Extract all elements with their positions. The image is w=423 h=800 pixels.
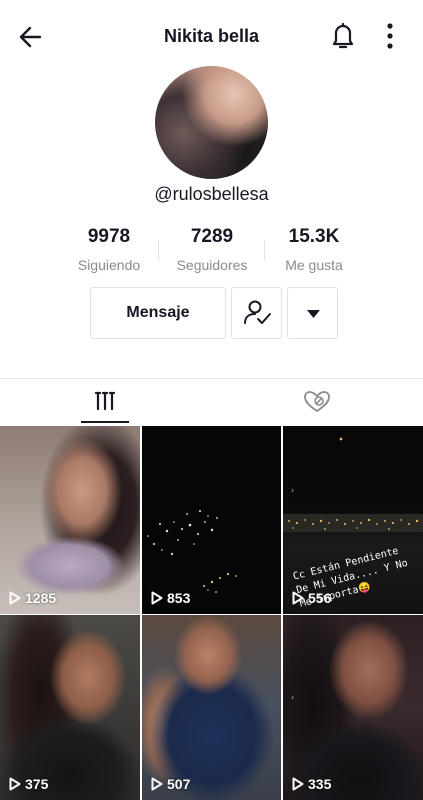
play-icon <box>292 777 304 791</box>
view-count-value: 556 <box>308 590 332 606</box>
user-check-icon <box>244 300 271 324</box>
followers-stat[interactable]: 7289 Seguidores <box>157 226 267 273</box>
more-vertical-icon <box>387 23 393 49</box>
play-icon <box>292 591 304 605</box>
heart-hidden-icon <box>304 391 330 412</box>
likes-label: Me gusta <box>285 257 343 273</box>
view-count: 335 <box>292 776 331 792</box>
video-thumbnail[interactable]: 1285 <box>0 426 140 614</box>
play-icon <box>151 777 163 791</box>
view-count-value: 335 <box>308 776 332 792</box>
bell-icon <box>332 22 354 49</box>
view-count: 853 <box>151 590 190 606</box>
following-label: Siguiendo <box>77 257 141 273</box>
more-options-button[interactable] <box>380 20 400 52</box>
view-count-value: 507 <box>167 776 191 792</box>
view-count: 1285 <box>9 590 56 606</box>
followers-label: Seguidores <box>176 257 248 273</box>
video-thumbnail[interactable]: ♪ 335 <box>283 615 423 800</box>
following-stat[interactable]: 9978 Siguiendo <box>54 226 164 273</box>
video-thumbnail[interactable]: 507 <box>142 615 281 800</box>
play-icon <box>9 591 21 605</box>
video-thumbnail[interactable]: 853 <box>142 426 281 614</box>
tiktok-watermark: ♪ <box>291 488 294 494</box>
notifications-button[interactable] <box>328 20 358 52</box>
video-thumbnail[interactable]: ♪ Cc Están Pendiente De Mi Vida.... Y No… <box>283 426 423 614</box>
play-icon <box>9 777 21 791</box>
likes-count: 15.3K <box>288 226 340 247</box>
tab-videos[interactable] <box>0 380 211 424</box>
followers-count: 7289 <box>190 226 234 247</box>
view-count-value: 1285 <box>25 590 57 606</box>
grid-icon <box>94 391 116 411</box>
message-button[interactable]: Mensaje <box>90 287 226 339</box>
following-count: 9978 <box>87 226 131 247</box>
top-bar: Nikita bella <box>0 0 423 70</box>
active-tab-indicator <box>81 421 129 423</box>
view-count-value: 853 <box>167 590 191 606</box>
likes-stat: 15.3K Me gusta <box>259 226 369 273</box>
play-icon <box>151 591 163 605</box>
avatar[interactable] <box>155 66 268 179</box>
video-grid: 1285 853 ♪ Cc Están Pendiente De Mi Vida… <box>0 426 423 800</box>
view-count: 507 <box>151 776 190 792</box>
tiktok-watermark: ♪ <box>291 695 294 701</box>
following-button[interactable] <box>231 287 282 339</box>
tab-liked[interactable] <box>212 380 423 424</box>
caret-down-icon <box>307 310 320 318</box>
view-count: 556 <box>292 590 331 606</box>
tabs-divider <box>0 378 423 379</box>
suggested-accounts-dropdown[interactable] <box>287 287 338 339</box>
city-lights-image <box>147 510 237 593</box>
view-count: 375 <box>9 776 48 792</box>
profile-title: Nikita bella <box>163 26 260 46</box>
username-handle: @rulosbellesa <box>154 184 269 204</box>
view-count-value: 375 <box>25 776 49 792</box>
video-thumbnail[interactable]: 375 <box>0 615 140 800</box>
